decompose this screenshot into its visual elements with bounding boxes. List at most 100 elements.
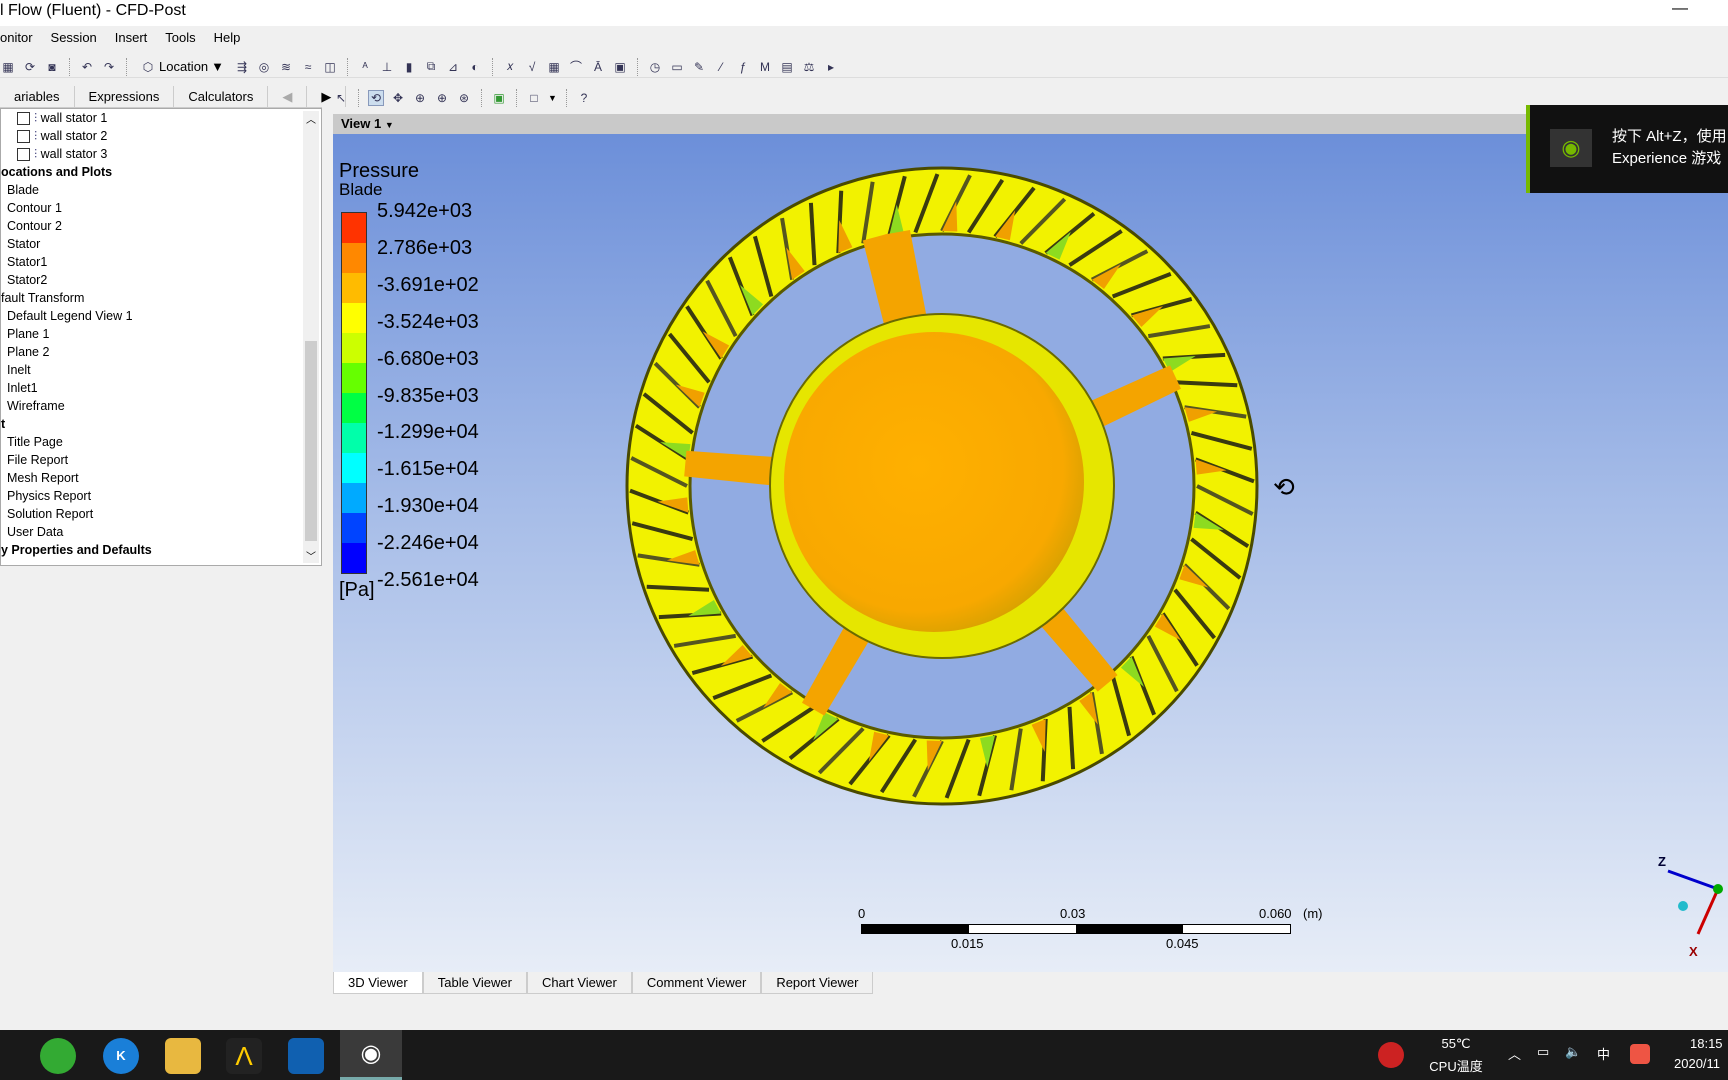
browser-icon[interactable] bbox=[40, 1038, 76, 1074]
tree-item[interactable]: Inlet1 bbox=[1, 379, 321, 397]
instance-transform-icon[interactable]: ⧉ bbox=[423, 59, 439, 75]
tree-item[interactable]: Solution Report bbox=[1, 505, 321, 523]
tab-report-viewer[interactable]: Report Viewer bbox=[761, 972, 874, 994]
clock-time[interactable]: 18:15 bbox=[1690, 1036, 1723, 1051]
contour-icon[interactable]: ◎ bbox=[256, 59, 272, 75]
scroll-up-icon[interactable]: ︿ bbox=[303, 111, 319, 126]
figure-icon[interactable]: ▣ bbox=[612, 59, 628, 75]
view-selector[interactable]: View 1 ▼ bbox=[333, 114, 1728, 134]
redo-icon[interactable]: ↷ bbox=[101, 59, 117, 75]
coordinate-frame-icon[interactable]: ⊥ bbox=[379, 59, 395, 75]
tree-item[interactable]: User Data bbox=[1, 523, 321, 541]
clock-date[interactable]: 2020/11 bbox=[1674, 1056, 1720, 1071]
rotate-icon[interactable]: ⟲ bbox=[368, 90, 384, 106]
nvidia-overlay[interactable]: ◉ 按下 Alt+Z，使用 Experience 游戏 bbox=[1526, 105, 1728, 193]
tray-expand-icon[interactable]: ︿ bbox=[1508, 1044, 1521, 1063]
tree-item[interactable]: Plane 2 bbox=[1, 343, 321, 361]
comment-icon[interactable]: Ā bbox=[590, 59, 606, 75]
text-icon[interactable]: ᴬ bbox=[357, 59, 373, 75]
tree-item[interactable]: Plane 1 bbox=[1, 325, 321, 343]
tab-variables[interactable]: ariables bbox=[0, 86, 75, 107]
visibility-checkbox[interactable] bbox=[17, 130, 30, 144]
fit-view-icon[interactable]: ▣ bbox=[491, 90, 507, 106]
cfd-post-taskbar-icon[interactable]: ◉ bbox=[340, 1030, 402, 1080]
tree-item[interactable]: Contour 2 bbox=[1, 217, 321, 235]
ansys-icon[interactable]: Λ bbox=[226, 1038, 262, 1074]
function-calculator-icon[interactable]: ƒ bbox=[735, 59, 751, 75]
tree-item[interactable]: Inelt bbox=[1, 361, 321, 379]
clock-icon[interactable]: ◷ bbox=[647, 59, 663, 75]
minimize-button[interactable]: — bbox=[1672, 0, 1688, 18]
macro-calculator-icon[interactable]: M bbox=[757, 59, 773, 75]
k-app-icon[interactable]: K bbox=[103, 1038, 139, 1074]
zoom-icon[interactable]: ⊕ bbox=[412, 90, 428, 106]
tab-table-viewer[interactable]: Table Viewer bbox=[422, 972, 527, 994]
lenovo-icon[interactable] bbox=[1378, 1042, 1404, 1068]
scroll-down-icon[interactable]: ﹀ bbox=[303, 548, 319, 563]
file-explorer-icon[interactable] bbox=[165, 1038, 201, 1074]
tab-scroll-left[interactable]: ◀ bbox=[268, 86, 308, 107]
tab-expressions[interactable]: Expressions bbox=[75, 86, 175, 107]
table-icon[interactable]: ▦ bbox=[546, 59, 562, 75]
tree-item[interactable]: Mesh Report bbox=[1, 469, 321, 487]
pan-icon[interactable]: ✥ bbox=[390, 90, 406, 106]
mesh-calculator-icon[interactable]: ▤ bbox=[779, 59, 795, 75]
ime-indicator[interactable]: 中 bbox=[1597, 1044, 1610, 1063]
location-dropdown[interactable]: ⬡ Location ▼ bbox=[136, 59, 228, 75]
menu-session[interactable]: Session bbox=[51, 30, 97, 50]
app-icon[interactable] bbox=[288, 1038, 324, 1074]
volume-icon[interactable]: 🔈 bbox=[1565, 1044, 1581, 1060]
expression-icon[interactable]: √ bbox=[524, 59, 540, 75]
animation-icon[interactable]: ▭ bbox=[669, 59, 685, 75]
tab-comment-viewer[interactable]: Comment Viewer bbox=[631, 972, 762, 994]
volume-icon[interactable]: ◫ bbox=[322, 59, 338, 75]
quick-editor-icon[interactable]: ✎ bbox=[691, 59, 707, 75]
tree-item[interactable]: File Report bbox=[1, 451, 321, 469]
menu-monitor[interactable]: onitor bbox=[0, 30, 33, 50]
chevron-down-icon[interactable]: ▼ bbox=[548, 93, 557, 103]
tree-item[interactable]: y Properties and Defaults bbox=[1, 541, 321, 559]
tree-item[interactable]: Stator bbox=[1, 235, 321, 253]
legend-icon[interactable]: ▮ bbox=[401, 59, 417, 75]
viewport-layout-icon[interactable]: □ bbox=[526, 90, 542, 106]
scrollbar-thumb[interactable] bbox=[305, 341, 317, 541]
chart-icon[interactable]: ⌒ bbox=[568, 59, 584, 75]
battery-icon[interactable]: ▭ bbox=[1537, 1044, 1549, 1060]
probe-icon[interactable]: ⁄ bbox=[713, 59, 729, 75]
tab-calculators[interactable]: Calculators bbox=[174, 86, 269, 107]
zoom-fit-icon[interactable]: ⊛ bbox=[456, 90, 472, 106]
case-comparison-icon[interactable]: ⚖ bbox=[801, 59, 817, 75]
camera-icon[interactable]: ◙ bbox=[44, 59, 60, 75]
clip-plane-icon[interactable]: ⊿ bbox=[445, 59, 461, 75]
tab-3d-viewer[interactable]: 3D Viewer bbox=[333, 972, 423, 994]
tree-item[interactable]: t bbox=[1, 415, 321, 433]
help-icon[interactable]: ? bbox=[576, 90, 592, 106]
refresh-icon[interactable]: ⟳ bbox=[22, 59, 38, 75]
sogou-icon[interactable] bbox=[1630, 1044, 1650, 1064]
select-icon[interactable]: ↖ bbox=[333, 90, 349, 106]
undo-icon[interactable]: ↶ bbox=[79, 59, 95, 75]
tree-scrollbar[interactable]: ︿ ﹀ bbox=[303, 111, 319, 563]
tree-item[interactable]: Stator1 bbox=[1, 253, 321, 271]
zoom-box-icon[interactable]: ⊕ bbox=[434, 90, 450, 106]
command-editor-icon[interactable]: ▸ bbox=[823, 59, 839, 75]
particle-track-icon[interactable]: ≈ bbox=[300, 59, 316, 75]
3d-viewport[interactable]: Pressure Blade 5.942e+03 2.786e+03 -3.691e… bbox=[333, 134, 1728, 972]
variable-icon[interactable]: 𝑥 bbox=[502, 59, 518, 75]
tree-item[interactable]: fault Transform bbox=[1, 289, 321, 307]
menu-tools[interactable]: Tools bbox=[165, 30, 195, 50]
visibility-checkbox[interactable] bbox=[17, 112, 30, 126]
tree-item[interactable]: ⫶ wall stator 1 bbox=[1, 109, 321, 127]
tree-item[interactable]: ocations and Plots bbox=[1, 163, 321, 181]
tree-item[interactable]: ⫶ wall stator 2 bbox=[1, 127, 321, 145]
tree-item[interactable]: Contour 1 bbox=[1, 199, 321, 217]
menu-insert[interactable]: Insert bbox=[115, 30, 148, 50]
visibility-checkbox[interactable] bbox=[17, 148, 30, 162]
tree-item[interactable]: Stator2 bbox=[1, 271, 321, 289]
tree-item[interactable]: Default Legend View 1 bbox=[1, 307, 321, 325]
tree-item[interactable]: Title Page bbox=[1, 433, 321, 451]
grid-icon[interactable]: ▦ bbox=[0, 59, 16, 75]
tab-chart-viewer[interactable]: Chart Viewer bbox=[526, 972, 632, 994]
tree-item[interactable]: Wireframe bbox=[1, 397, 321, 415]
tree-item[interactable]: Physics Report bbox=[1, 487, 321, 505]
